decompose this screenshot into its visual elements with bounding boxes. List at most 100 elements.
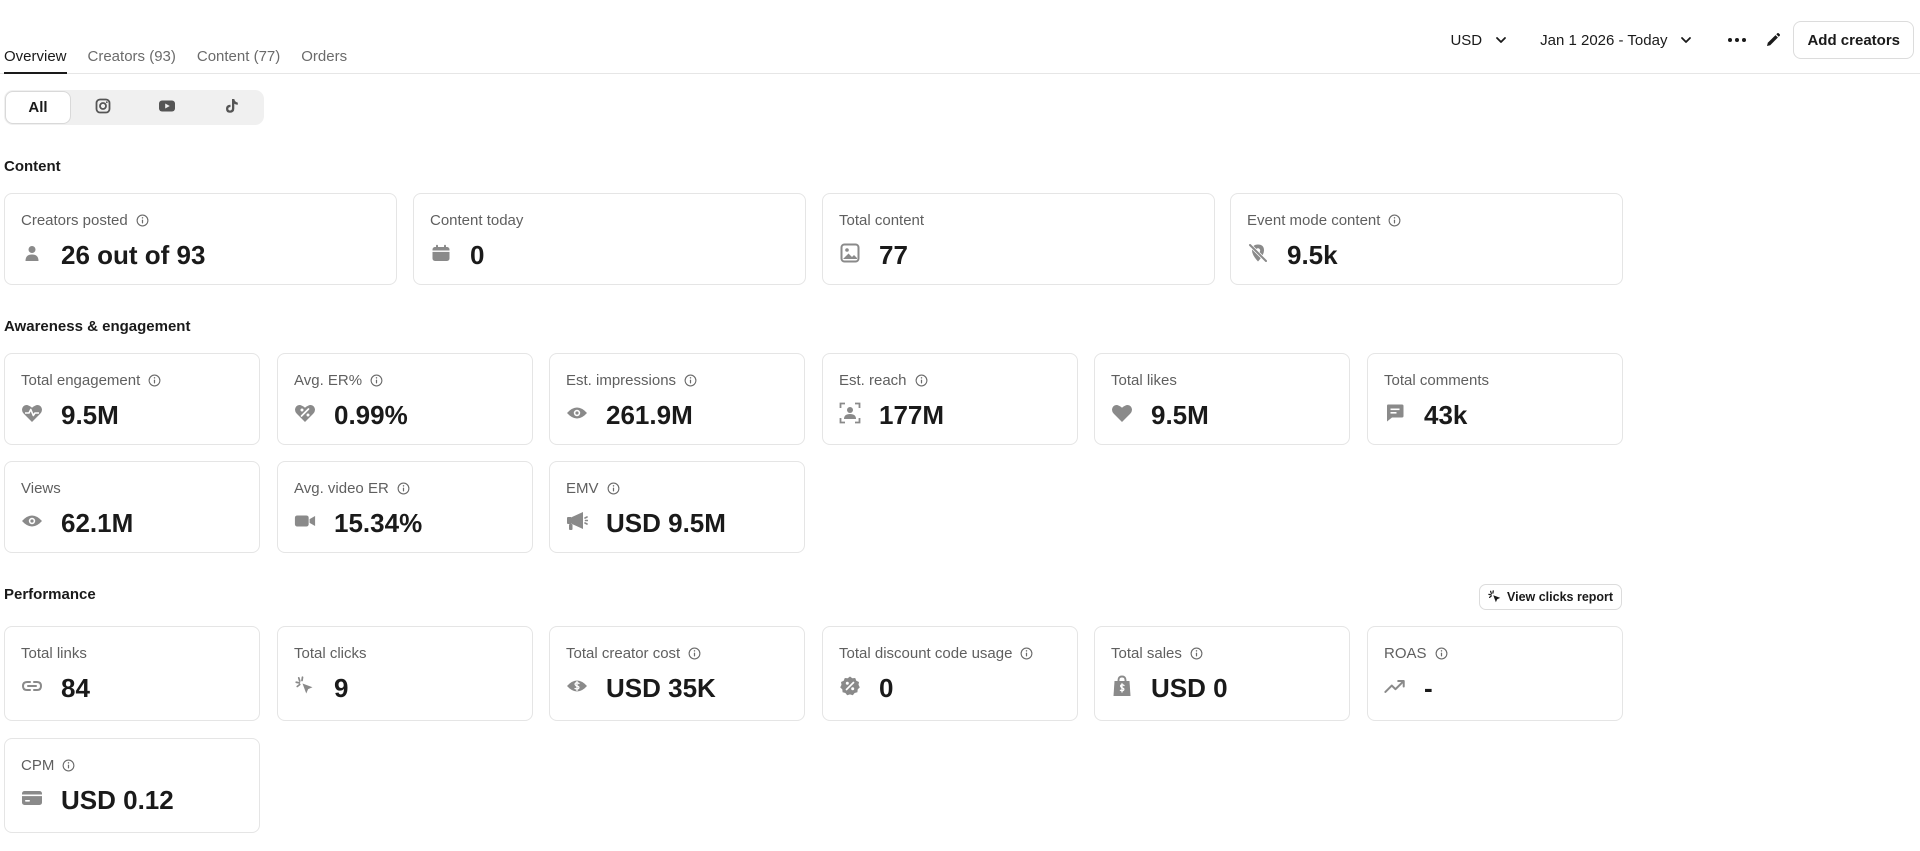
metric-label-text: Event mode content — [1247, 212, 1381, 229]
reach-icon — [839, 402, 861, 424]
platform-youtube-button[interactable] — [135, 91, 199, 124]
metric-value: 62.1M — [61, 508, 134, 538]
youtube-icon — [158, 99, 176, 117]
metric-card-avg-video-er: Avg. video ER 15.34% — [277, 461, 533, 553]
tab-overview[interactable]: Overview — [4, 48, 67, 74]
metric-label-text: Avg. video ER — [294, 480, 389, 497]
heart-icon — [1111, 402, 1133, 424]
heart-pulse-icon — [21, 402, 43, 424]
metric-card-total-discount-code-usage: Total discount code usage 0 — [822, 626, 1078, 721]
link-icon — [21, 675, 43, 697]
info-icon[interactable] — [684, 374, 697, 387]
metric-label: Avg. ER% — [294, 372, 383, 389]
eye-icon — [21, 510, 43, 532]
platform-tiktok-button[interactable] — [199, 91, 263, 124]
info-icon[interactable] — [1020, 647, 1033, 660]
chevron-down-icon — [1494, 33, 1508, 47]
metric-label: Avg. video ER — [294, 480, 410, 497]
no-location-icon — [1247, 242, 1269, 264]
info-icon[interactable] — [1388, 214, 1401, 227]
metric-label-text: Est. reach — [839, 372, 907, 389]
metric-label-text: Total engagement — [21, 372, 141, 389]
metric-label: Views — [21, 480, 61, 497]
platform-instagram-button[interactable] — [71, 91, 135, 124]
metric-label-text: Total likes — [1111, 372, 1177, 389]
metric-card-roas: ROAS - — [1367, 626, 1623, 721]
header-actions: USD Jan 1 2026 - Today Add creators — [1450, 21, 1914, 59]
comment-icon — [1384, 402, 1406, 424]
calendar-icon — [430, 242, 452, 264]
metric-card-total-sales: Total sales USD 0 — [1094, 626, 1350, 721]
metric-value: USD 35K — [606, 673, 716, 703]
section-title-content: Content — [4, 158, 61, 175]
heart-percent-icon — [294, 402, 316, 424]
info-icon[interactable] — [607, 482, 620, 495]
metric-label-text: Total links — [21, 645, 87, 662]
currency-dropdown[interactable]: USD — [1450, 32, 1508, 49]
metric-label: Total creator cost — [566, 645, 701, 662]
info-icon[interactable] — [915, 374, 928, 387]
metric-value: 77 — [879, 240, 908, 270]
info-icon[interactable] — [1190, 647, 1203, 660]
metric-label-text: Creators posted — [21, 212, 128, 229]
metric-value: 26 out of 93 — [61, 240, 206, 270]
info-icon[interactable] — [688, 647, 701, 660]
metric-value: 261.9M — [606, 400, 693, 430]
info-icon[interactable] — [397, 482, 410, 495]
info-icon[interactable] — [148, 374, 161, 387]
metric-value: 9 — [334, 673, 349, 703]
chevron-down-icon — [1679, 33, 1693, 47]
metric-label: Creators posted — [21, 212, 149, 229]
tab-bar: Overview Creators (93) Content (77) Orde… — [4, 48, 347, 74]
metric-label-text: CPM — [21, 757, 55, 774]
metric-card-views: Views 62.1M — [4, 461, 260, 553]
metric-label-text: ROAS — [1384, 645, 1427, 662]
metric-label: Content today — [430, 212, 523, 229]
metric-card-creators-posted: Creators posted 26 out of 93 — [4, 193, 397, 285]
metric-label: Total links — [21, 645, 87, 662]
section-title-performance: Performance — [4, 586, 96, 603]
tab-orders[interactable]: Orders — [301, 48, 347, 74]
metric-card-total-clicks: Total clicks 9 — [277, 626, 533, 721]
metric-card-total-creator-cost: Total creator cost USD 35K — [549, 626, 805, 721]
info-icon[interactable] — [62, 759, 75, 772]
trend-up-icon — [1384, 675, 1406, 697]
platform-all-button[interactable]: All — [5, 91, 71, 124]
metric-value: 43k — [1424, 400, 1468, 430]
tab-creators[interactable]: Creators (93) — [88, 48, 176, 74]
date-range-dropdown[interactable]: Jan 1 2026 - Today — [1540, 32, 1693, 49]
metric-label: Total clicks — [294, 645, 367, 662]
metric-label-text: EMV — [566, 480, 599, 497]
metric-value: 0.99% — [334, 400, 408, 430]
metric-label: ROAS — [1384, 645, 1448, 662]
metric-value: 15.34% — [334, 508, 423, 538]
metric-label-text: Total sales — [1111, 645, 1182, 662]
metric-label: Total engagement — [21, 372, 161, 389]
view-clicks-report-button[interactable]: View clicks report — [1479, 584, 1623, 610]
metric-label: Total sales — [1111, 645, 1203, 662]
top-bar: Overview Creators (93) Content (77) Orde… — [0, 0, 1920, 74]
card-icon — [21, 787, 43, 809]
tab-content[interactable]: Content (77) — [197, 48, 280, 74]
add-creators-button[interactable]: Add creators — [1793, 21, 1914, 59]
metric-value: 0 — [470, 240, 485, 270]
metric-label: Total content — [839, 212, 924, 229]
metric-card-total-engagement: Total engagement 9.5M — [4, 353, 260, 445]
click-icon — [294, 675, 316, 697]
info-icon[interactable] — [136, 214, 149, 227]
metric-card-total-links: Total links 84 — [4, 626, 260, 721]
discount-icon — [839, 675, 861, 697]
megaphone-icon — [566, 510, 588, 532]
edit-pencil-icon[interactable] — [1765, 32, 1781, 48]
more-options-icon[interactable] — [1727, 37, 1747, 43]
money-icon — [566, 675, 588, 697]
info-icon[interactable] — [370, 374, 383, 387]
metric-label-text: Est. impressions — [566, 372, 677, 389]
tiktok-icon — [224, 98, 239, 118]
metric-value: 177M — [879, 400, 945, 430]
info-icon[interactable] — [1435, 647, 1448, 660]
metric-label: Est. impressions — [566, 372, 697, 389]
shopping-bag-icon — [1111, 675, 1133, 697]
metric-card-total-comments: Total comments 43k — [1367, 353, 1623, 445]
metric-label-text: Avg. ER% — [294, 372, 363, 389]
